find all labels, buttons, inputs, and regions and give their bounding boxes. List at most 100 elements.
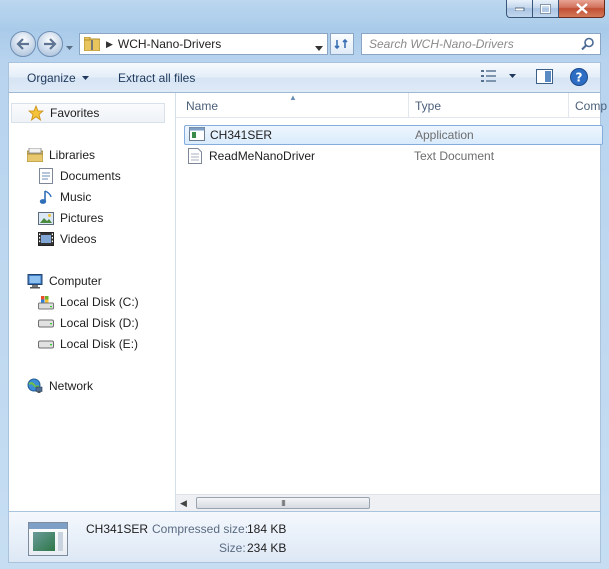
close-button[interactable] <box>559 0 605 18</box>
extract-label: Extract all files <box>118 71 196 85</box>
file-list: ▲ Name Type Comp CH341SER Application Re… <box>176 93 607 511</box>
maximize-icon <box>540 3 551 14</box>
column-divider[interactable] <box>408 93 409 118</box>
help-icon: ? <box>570 68 588 86</box>
details-file-name: CH341SER <box>86 522 149 536</box>
folder-zip-icon <box>83 36 101 52</box>
search-input[interactable]: Search WCH-Nano-Drivers <box>369 37 514 51</box>
view-details-icon <box>481 70 496 82</box>
nav-libraries-label: Libraries <box>49 148 96 162</box>
nav-disk-d[interactable]: Local Disk (D:) <box>38 314 139 332</box>
network-icon <box>27 378 43 394</box>
sort-ascending-icon: ▲ <box>289 93 297 102</box>
nav-libraries[interactable]: Libraries <box>27 146 95 164</box>
size-label: Size: <box>219 541 246 555</box>
text-document-icon <box>188 148 204 164</box>
help-button[interactable]: ? <box>570 68 588 86</box>
nav-disk-d-label: Local Disk (D:) <box>60 316 139 330</box>
nav-documents-label: Documents <box>60 169 121 183</box>
nav-videos-label: Videos <box>60 232 97 246</box>
scroll-left-icon[interactable]: ◀ <box>180 498 187 509</box>
pictures-icon <box>38 210 54 226</box>
search-icon[interactable] <box>581 37 595 54</box>
nav-favorites-label: Favorites <box>50 106 100 120</box>
column-name[interactable]: Name <box>186 99 218 113</box>
column-type[interactable]: Type <box>415 99 441 113</box>
maximize-button[interactable] <box>533 0 559 18</box>
nav-computer-label: Computer <box>49 274 102 288</box>
back-arrow-icon <box>16 38 29 50</box>
nav-documents[interactable]: Documents <box>38 167 121 185</box>
nav-videos[interactable]: Videos <box>38 230 96 248</box>
address-bar[interactable]: ▶ WCH-Nano-Drivers <box>79 33 328 55</box>
svg-text:?: ? <box>576 71 583 85</box>
address-dropdown[interactable] <box>315 40 323 54</box>
nav-favorites[interactable]: Favorites <box>11 103 165 123</box>
size-value: 234 KB <box>247 541 287 555</box>
nav-music[interactable]: Music <box>38 188 91 206</box>
nav-computer[interactable]: Computer <box>27 272 102 290</box>
navigation-pane: Favorites Libraries Documents Music Pict… <box>9 93 176 511</box>
explorer-window: ▶ WCH-Nano-Drivers Search WCH-Nano-Drive… <box>0 0 609 569</box>
chevron-down-icon <box>81 75 89 80</box>
close-icon <box>575 3 588 14</box>
minimize-icon <box>514 7 524 11</box>
preview-pane-button[interactable] <box>536 69 553 84</box>
forward-button[interactable] <box>37 31 63 57</box>
preview-pane-icon <box>536 69 553 84</box>
nav-disk-e[interactable]: Local Disk (E:) <box>38 335 138 353</box>
column-compressed-size[interactable]: Comp <box>575 99 607 113</box>
organize-label: Organize <box>27 71 76 85</box>
forward-arrow-icon <box>44 38 57 50</box>
computer-icon <box>27 273 43 289</box>
chevron-down-icon <box>509 73 516 78</box>
star-icon <box>28 105 44 121</box>
file-type: Text Document <box>414 149 495 163</box>
extract-all-button[interactable]: Extract all files <box>118 71 195 85</box>
nav-pictures-label: Pictures <box>60 211 104 225</box>
command-bar: Organize Extract all files ? <box>8 62 601 93</box>
libraries-icon <box>27 147 43 163</box>
breadcrumb-arrow-icon[interactable]: ▶ <box>106 39 113 50</box>
file-name: ReadMeNanoDriver <box>209 149 316 163</box>
chevron-down-icon <box>315 46 323 51</box>
hard-drive-icon <box>38 315 54 331</box>
organize-button[interactable]: Organize <box>27 71 90 85</box>
search-box[interactable]: Search WCH-Nano-Drivers <box>361 33 601 55</box>
hard-drive-icon <box>38 336 54 352</box>
address-path[interactable]: WCH-Nano-Drivers <box>118 37 221 51</box>
file-row-readme[interactable]: ReadMeNanoDriver Text Document <box>184 146 603 166</box>
chevron-down-icon <box>66 46 73 50</box>
compressed-size-value: 184 KB <box>247 522 287 536</box>
change-view-button[interactable] <box>481 69 517 83</box>
nav-disk-c[interactable]: Local Disk (C:) <box>38 293 139 311</box>
documents-icon <box>38 168 54 184</box>
column-divider[interactable] <box>568 93 569 118</box>
nav-disk-e-label: Local Disk (E:) <box>60 337 139 351</box>
recent-pages-dropdown[interactable] <box>66 40 73 54</box>
nav-pictures[interactable]: Pictures <box>38 209 103 227</box>
music-icon <box>38 189 54 205</box>
nav-network-label: Network <box>49 379 94 393</box>
content-area: Favorites Libraries Documents Music Pict… <box>8 93 607 511</box>
nav-music-label: Music <box>60 190 92 204</box>
column-header: ▲ Name Type Comp <box>176 93 607 118</box>
nav-network[interactable]: Network <box>27 377 93 395</box>
system-drive-icon <box>38 294 54 310</box>
nav-disk-c-label: Local Disk (C:) <box>60 295 139 309</box>
horizontal-scrollbar[interactable]: ◀ III <box>176 494 600 511</box>
details-pane: CH341SER Compressed size: 184 KB Size: 2… <box>8 511 601 563</box>
videos-icon <box>38 231 54 247</box>
caption-buttons <box>506 0 605 19</box>
file-name: CH341SER <box>210 128 273 142</box>
scrollbar-grip: III <box>281 498 286 508</box>
refresh-button[interactable] <box>330 33 354 55</box>
application-icon <box>189 127 205 143</box>
file-row-ch341ser[interactable]: CH341SER Application <box>184 125 603 145</box>
file-type: Application <box>415 128 474 142</box>
back-button[interactable] <box>10 31 36 57</box>
scrollbar-thumb[interactable]: III <box>196 497 370 509</box>
application-icon <box>28 522 68 556</box>
minimize-button[interactable] <box>506 0 533 18</box>
refresh-icon <box>334 38 348 50</box>
